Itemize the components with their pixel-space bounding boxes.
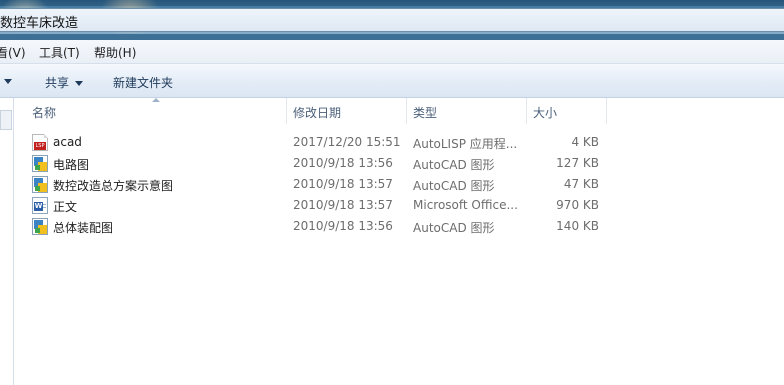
lisp-file-icon: LSP bbox=[32, 134, 48, 151]
menu-help[interactable]: 帮助(H) bbox=[94, 44, 136, 61]
file-date: 2010/9/18 13:56 bbox=[293, 156, 393, 170]
file-size: 127 KB bbox=[556, 156, 599, 170]
file-type: AutoCAD 图形 bbox=[413, 158, 495, 172]
column-name[interactable]: 名称 bbox=[14, 98, 287, 124]
file-date: 2010/9/18 13:56 bbox=[293, 219, 393, 233]
column-type-label: 类型 bbox=[413, 106, 438, 120]
column-date-label: 修改日期 bbox=[293, 106, 342, 120]
window-title-bar[interactable]: 数控车床改造 bbox=[0, 0, 784, 40]
file-row[interactable]: 电路图 2010/9/18 13:56 AutoCAD 图形 127 KB bbox=[14, 153, 614, 174]
chevron-down-icon bbox=[75, 81, 84, 86]
file-date: 2010/9/18 13:57 bbox=[293, 198, 393, 212]
address-bar[interactable]: 数控车床改造 bbox=[0, 8, 784, 32]
address-path[interactable]: 数控车床改造 bbox=[0, 12, 78, 31]
file-date: 2017/12/20 15:51 bbox=[293, 135, 401, 149]
file-name: 数控改造总方案示意图 bbox=[53, 179, 174, 193]
organize-dropdown[interactable] bbox=[4, 74, 12, 88]
file-size: 47 KB bbox=[563, 177, 599, 191]
chevron-down-icon bbox=[4, 79, 12, 84]
dwg-file-icon bbox=[32, 176, 48, 193]
file-row[interactable]: W 正文 2010/9/18 13:57 Microsoft Office...… bbox=[14, 195, 614, 216]
share-button[interactable]: 共享 bbox=[45, 74, 84, 91]
file-name: acad bbox=[53, 135, 82, 149]
file-type: AutoCAD 图形 bbox=[413, 221, 495, 235]
file-row[interactable]: 数控改造总方案示意图 2010/9/18 13:57 AutoCAD 图形 47… bbox=[14, 174, 614, 195]
menu-tools[interactable]: 工具(T) bbox=[39, 44, 80, 61]
file-name: 正文 bbox=[53, 200, 78, 214]
file-row[interactable]: 总体装配图 2010/9/18 13:56 AutoCAD 图形 140 KB bbox=[14, 216, 614, 237]
file-row[interactable]: LSP acad 2017/12/20 15:51 AutoLISP 应用程..… bbox=[14, 132, 614, 153]
navigation-pane[interactable] bbox=[0, 98, 14, 385]
file-type: Microsoft Office... bbox=[413, 198, 518, 212]
file-type: AutoCAD 图形 bbox=[413, 179, 495, 193]
dwg-file-icon bbox=[32, 155, 48, 172]
file-name: 总体装配图 bbox=[53, 221, 114, 235]
column-size[interactable]: 大小 bbox=[527, 98, 607, 124]
dwg-file-icon bbox=[32, 218, 48, 235]
file-name: 电路图 bbox=[53, 158, 90, 172]
file-size: 4 KB bbox=[571, 135, 599, 149]
file-type: AutoLISP 应用程... bbox=[413, 137, 518, 151]
new-folder-button[interactable]: 新建文件夹 bbox=[113, 74, 173, 91]
menu-bar: 看(V) 工具(T) 帮助(H) bbox=[0, 40, 784, 64]
nav-scroll-thumb[interactable] bbox=[0, 110, 12, 130]
file-date: 2010/9/18 13:57 bbox=[293, 177, 393, 191]
column-size-label: 大小 bbox=[533, 106, 558, 120]
sort-ascending-icon bbox=[152, 98, 160, 102]
menu-view[interactable]: 看(V) bbox=[0, 44, 26, 61]
file-size: 970 KB bbox=[556, 198, 599, 212]
column-type[interactable]: 类型 bbox=[407, 98, 527, 124]
column-date[interactable]: 修改日期 bbox=[287, 98, 407, 124]
word-doc-icon: W bbox=[32, 197, 48, 214]
file-size: 140 KB bbox=[556, 219, 599, 233]
share-label: 共享 bbox=[45, 76, 70, 90]
command-bar: 共享 新建文件夹 bbox=[0, 64, 784, 98]
column-header: 名称 修改日期 类型 大小 bbox=[14, 98, 784, 124]
column-name-label: 名称 bbox=[32, 106, 57, 120]
